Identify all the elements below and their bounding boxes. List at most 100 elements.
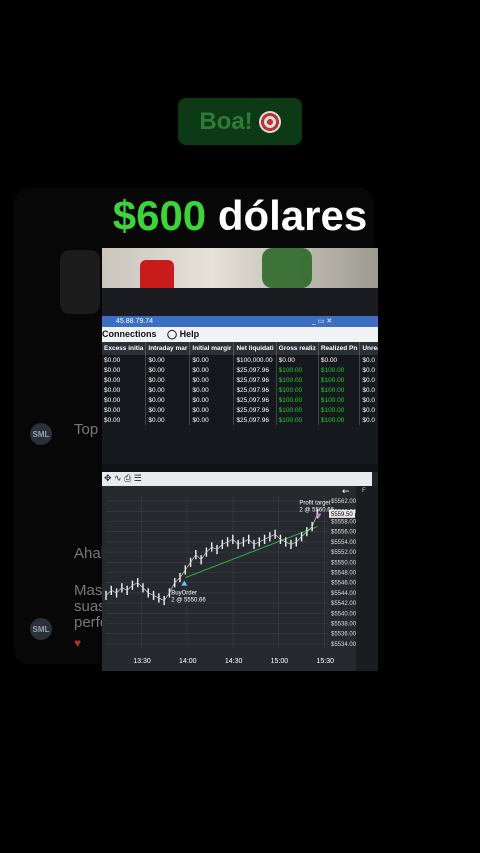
last-price-label: 5559.50 — [331, 512, 353, 518]
table-cell: $0.00 — [189, 415, 235, 425]
heart-reaction-icon: ♥ — [74, 636, 82, 650]
table-cell: $100.00 — [318, 375, 361, 385]
table-cell: $0.00 — [102, 385, 147, 395]
table-cell: $0.00 — [102, 355, 147, 365]
column-header[interactable]: Net liquidati — [233, 342, 277, 355]
table-cell: $0.0 — [359, 355, 378, 365]
table-row: $0.00 $0.00 $0.00 $25,097.96 $100.00 $100.00 $… — [102, 405, 378, 415]
column-header[interactable]: Intraday mar — [145, 342, 191, 355]
chart-tools-icon[interactable]: ✥ ∿ ⎙ ☰ — [104, 473, 142, 484]
menu-connections[interactable]: Connections — [102, 329, 157, 339]
y-tick-label: $5546.00 — [331, 581, 356, 587]
column-header[interactable]: Realized Pn — [318, 342, 361, 355]
table-cell: $0.00 — [102, 365, 147, 375]
table-cell: $25,097.96 — [233, 415, 277, 425]
table-cell: $0.0 — [359, 375, 378, 385]
y-tick-label: $5538.00 — [331, 622, 356, 628]
plant — [262, 248, 312, 288]
table-cell: $0.00 — [102, 375, 147, 385]
table-row: $0.00 $0.00 $0.00 $25,097.96 $100.00 $100.00 $… — [102, 395, 378, 405]
price-chart[interactable]: $5562.00$5560.00$5558.00$5556.00$5554.00… — [102, 486, 356, 671]
account-window: 45.88.79.74 _ ▭ ✕ Connections ◯ Help Exc… — [102, 316, 378, 464]
table-cell: $0.00 — [318, 355, 361, 365]
column-header[interactable]: Initial margir — [189, 342, 235, 355]
avatar: SML — [30, 423, 52, 445]
table-cell: $25,097.96 — [233, 385, 277, 395]
y-tick-label: $5534.00 — [331, 642, 356, 648]
table-cell: $0.00 — [145, 355, 191, 365]
background-message: suas — [74, 598, 106, 615]
y-tick-label: $5556.00 — [331, 530, 356, 536]
table-cell: $0.00 — [189, 375, 235, 385]
buy-order-label: BuyOrder — [171, 591, 197, 597]
y-tick-label: $5540.00 — [331, 611, 356, 617]
y-tick-label: $5558.00 — [331, 520, 356, 526]
table-row: $0.00 $0.00 $0.00 $25,097.96 $100.00 $100.00 $… — [102, 375, 378, 385]
table-cell: $0.00 — [102, 405, 147, 415]
table-cell: $100.00 — [276, 365, 319, 375]
column-header[interactable]: Unrealiz — [359, 342, 378, 355]
table-cell: $0.00 — [145, 405, 191, 415]
column-header[interactable]: Gross realiz — [276, 342, 319, 355]
background-thumbnail — [60, 250, 100, 314]
profit-target-label: Profit target — [299, 501, 330, 507]
table-cell: $25,097.96 — [233, 375, 277, 385]
table-cell: $25,097.96 — [233, 395, 277, 405]
table-cell: $0.00 — [102, 415, 147, 425]
avatar: SML — [30, 618, 52, 640]
y-tick-label: $5544.00 — [331, 591, 356, 597]
window-title: 45.88.79.74 — [102, 316, 378, 327]
window-controls-icon: _ ▭ ✕ — [312, 318, 333, 325]
table-cell: $0.00 — [189, 385, 235, 395]
back-arrow-icon: ← — [342, 487, 350, 497]
x-tick-label: 15:30 — [316, 658, 334, 665]
headline-amount: $600 — [112, 192, 207, 239]
table-cell: $100.00 — [318, 415, 361, 425]
headline-word: dólares — [217, 192, 368, 239]
table-cell: $100.00 — [276, 415, 319, 425]
table-cell: $100.00 — [318, 365, 361, 375]
table-cell: $100.00 — [276, 375, 319, 385]
table-cell: $0.00 — [145, 365, 191, 375]
table-cell: $100,000.00 — [233, 355, 277, 365]
trading-screen-photo: 45.88.79.74 _ ▭ ✕ Connections ◯ Help Exc… — [102, 248, 378, 671]
table-cell: $25,097.96 — [233, 365, 277, 375]
table-cell: $100.00 — [318, 395, 361, 405]
table-cell: $0.00 — [145, 415, 191, 425]
table-cell: $0.00 — [189, 395, 235, 405]
y-tick-label: $5542.00 — [331, 601, 356, 607]
table-cell: $0.00 — [276, 355, 319, 365]
chart-toolbar: ✥ ∿ ⎙ ☰ — [102, 472, 372, 486]
table-cell: $0.00 — [145, 395, 191, 405]
monitor-bezel — [102, 288, 378, 318]
y-tick-label: $5550.00 — [331, 560, 356, 566]
target-emoji-icon — [258, 110, 281, 133]
x-tick-label: 15:00 — [271, 658, 289, 665]
table-cell: $0.00 — [102, 395, 147, 405]
x-tick-label: 13:30 — [133, 658, 151, 665]
table-cell: $0.00 — [189, 355, 235, 365]
background-message: Mas — [74, 582, 103, 599]
table-cell: $100.00 — [276, 405, 319, 415]
badge-text: Boa! — [199, 107, 253, 135]
table-cell: $25,097.96 — [233, 405, 277, 415]
column-header[interactable]: Excess initia — [102, 342, 147, 355]
table-row: $0.00 $0.00 $0.00 $25,097.96 $100.00 $100.00 $… — [102, 385, 378, 395]
table-cell: $0.0 — [359, 365, 378, 375]
table-cell: $100.00 — [318, 405, 361, 415]
menu-help[interactable]: Help — [180, 329, 200, 339]
y-tick-label: $5536.00 — [331, 632, 356, 638]
menu-bar: Connections ◯ Help — [102, 327, 378, 342]
table-cell: $0.00 — [145, 385, 191, 395]
y-tick-label: $5548.00 — [331, 571, 356, 577]
x-tick-label: 14:00 — [179, 658, 197, 665]
screen-gap — [102, 464, 378, 472]
table-cell: $0.00 — [189, 405, 235, 415]
table-cell: $0.00 — [189, 365, 235, 375]
table-cell: $100.00 — [276, 395, 319, 405]
headline: $600 dólares — [100, 192, 380, 240]
buy-order-detail: 2 @ 5550.66 — [171, 598, 206, 604]
reaction-badge: Boa! — [178, 98, 302, 145]
order-panel: F — [356, 486, 378, 671]
table-cell: $100.00 — [318, 385, 361, 395]
